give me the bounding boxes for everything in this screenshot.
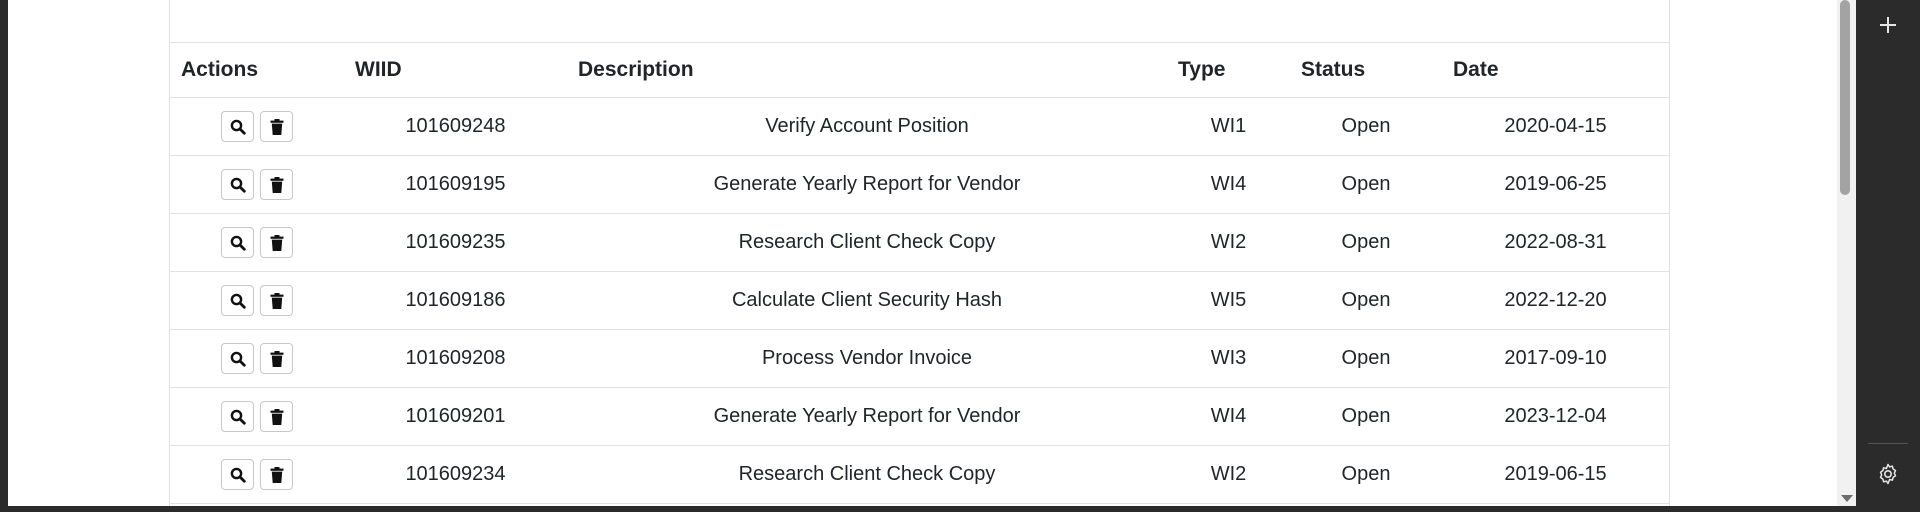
view-button[interactable] bbox=[221, 285, 254, 316]
cell-status: Open bbox=[1290, 97, 1442, 156]
delete-button[interactable] bbox=[260, 401, 293, 432]
plus-icon bbox=[1878, 15, 1898, 40]
delete-button[interactable] bbox=[260, 459, 293, 490]
column-header-actions: Actions bbox=[170, 43, 344, 98]
row-actions bbox=[170, 387, 344, 446]
trash-icon bbox=[270, 176, 284, 193]
cell-date: 2019-06-25 bbox=[1442, 155, 1669, 214]
cell-status: Open bbox=[1290, 213, 1442, 272]
right-side-rail bbox=[1856, 0, 1920, 512]
cell-wiid: 101609235 bbox=[344, 213, 567, 272]
trash-icon bbox=[270, 292, 284, 309]
cell-wiid: 101609248 bbox=[344, 97, 567, 156]
add-button[interactable] bbox=[1868, 7, 1908, 47]
search-icon bbox=[230, 177, 246, 193]
table-row: 101609235 Research Client Check Copy WI2 Op… bbox=[170, 213, 1669, 272]
view-button[interactable] bbox=[221, 111, 254, 142]
cell-type: WI2 bbox=[1167, 213, 1290, 272]
cell-date: 2022-12-20 bbox=[1442, 271, 1669, 330]
cell-status: Open bbox=[1290, 271, 1442, 330]
table-row: 101609234 Research Client Check Copy WI2 Op… bbox=[170, 445, 1669, 504]
row-actions bbox=[170, 445, 344, 504]
work-items-table: Actions WIID Description Type Status Dat… bbox=[170, 43, 1669, 504]
delete-button[interactable] bbox=[260, 227, 293, 258]
row-actions bbox=[170, 155, 344, 214]
cell-date: 2022-08-31 bbox=[1442, 213, 1669, 272]
delete-button[interactable] bbox=[260, 285, 293, 316]
view-button[interactable] bbox=[221, 343, 254, 374]
search-icon bbox=[230, 467, 246, 483]
view-button[interactable] bbox=[221, 459, 254, 490]
cell-type: WI4 bbox=[1167, 387, 1290, 446]
row-actions bbox=[170, 213, 344, 272]
trash-icon bbox=[270, 408, 284, 425]
view-button[interactable] bbox=[221, 227, 254, 258]
cell-wiid: 101609186 bbox=[344, 271, 567, 330]
row-actions bbox=[170, 97, 344, 156]
cell-date: 2019-06-15 bbox=[1442, 445, 1669, 504]
search-icon bbox=[230, 235, 246, 251]
scrollbar-thumb[interactable] bbox=[1840, 0, 1850, 195]
cell-description: Calculate Client Security Hash bbox=[567, 271, 1167, 330]
cell-status: Open bbox=[1290, 387, 1442, 446]
delete-button[interactable] bbox=[260, 169, 293, 200]
cell-status: Open bbox=[1290, 329, 1442, 388]
table-row: 101609195 Generate Yearly Report for Vend… bbox=[170, 155, 1669, 214]
search-icon bbox=[230, 409, 246, 425]
window-left-edge bbox=[0, 0, 8, 512]
cell-wiid: 101609195 bbox=[344, 155, 567, 214]
cell-wiid: 101609234 bbox=[344, 445, 567, 504]
table-row: 101609201 Generate Yearly Report for Vend… bbox=[170, 387, 1669, 446]
cell-description: Research Client Check Copy bbox=[567, 213, 1167, 272]
cell-status: Open bbox=[1290, 445, 1442, 504]
search-icon bbox=[230, 119, 246, 135]
panel-header-area bbox=[170, 0, 1669, 43]
trash-icon bbox=[270, 234, 284, 251]
table-header-row: Actions WIID Description Type Status Dat… bbox=[170, 43, 1669, 98]
table-row: 101609186 Calculate Client Security Hash W… bbox=[170, 271, 1669, 330]
window-bottom-edge bbox=[0, 506, 1856, 512]
cell-status: Open bbox=[1290, 155, 1442, 214]
column-header-date[interactable]: Date bbox=[1442, 43, 1669, 98]
trash-icon bbox=[270, 466, 284, 483]
column-header-status[interactable]: Status bbox=[1290, 43, 1442, 98]
main-content: Actions WIID Description Type Status Dat… bbox=[8, 0, 1837, 506]
work-items-panel: Actions WIID Description Type Status Dat… bbox=[169, 0, 1670, 506]
gear-icon bbox=[1876, 462, 1900, 491]
trash-icon bbox=[270, 350, 284, 367]
cell-date: 2017-09-10 bbox=[1442, 329, 1669, 388]
cell-type: WI2 bbox=[1167, 445, 1290, 504]
cell-description: Generate Yearly Report for Vendor bbox=[567, 155, 1167, 214]
settings-button[interactable] bbox=[1868, 456, 1908, 496]
cell-type: WI3 bbox=[1167, 329, 1290, 388]
cell-type: WI4 bbox=[1167, 155, 1290, 214]
view-button[interactable] bbox=[221, 169, 254, 200]
delete-button[interactable] bbox=[260, 343, 293, 374]
trash-icon bbox=[270, 118, 284, 135]
view-button[interactable] bbox=[221, 401, 254, 432]
vertical-scrollbar[interactable] bbox=[1837, 0, 1856, 506]
cell-description: Research Client Check Copy bbox=[567, 445, 1167, 504]
cell-description: Verify Account Position bbox=[567, 97, 1167, 156]
cell-description: Process Vendor Invoice bbox=[567, 329, 1167, 388]
row-actions bbox=[170, 271, 344, 330]
column-header-wiid[interactable]: WIID bbox=[344, 43, 567, 98]
column-header-description[interactable]: Description bbox=[567, 43, 1167, 98]
cell-wiid: 101609208 bbox=[344, 329, 567, 388]
column-header-type[interactable]: Type bbox=[1167, 43, 1290, 98]
cell-wiid: 101609201 bbox=[344, 387, 567, 446]
cell-date: 2023-12-04 bbox=[1442, 387, 1669, 446]
search-icon bbox=[230, 351, 246, 367]
search-icon bbox=[230, 293, 246, 309]
row-actions bbox=[170, 329, 344, 388]
table-row: 101609248 Verify Account Position WI1 Open 2… bbox=[170, 97, 1669, 156]
cell-type: WI5 bbox=[1167, 271, 1290, 330]
cell-date: 2020-04-15 bbox=[1442, 97, 1669, 156]
table-row: 101609208 Process Vendor Invoice WI3 Open 20… bbox=[170, 329, 1669, 388]
rail-divider bbox=[1868, 443, 1908, 444]
cell-type: WI1 bbox=[1167, 97, 1290, 156]
cell-description: Generate Yearly Report for Vendor bbox=[567, 387, 1167, 446]
delete-button[interactable] bbox=[260, 111, 293, 142]
scroll-down-arrow[interactable] bbox=[1841, 495, 1853, 502]
